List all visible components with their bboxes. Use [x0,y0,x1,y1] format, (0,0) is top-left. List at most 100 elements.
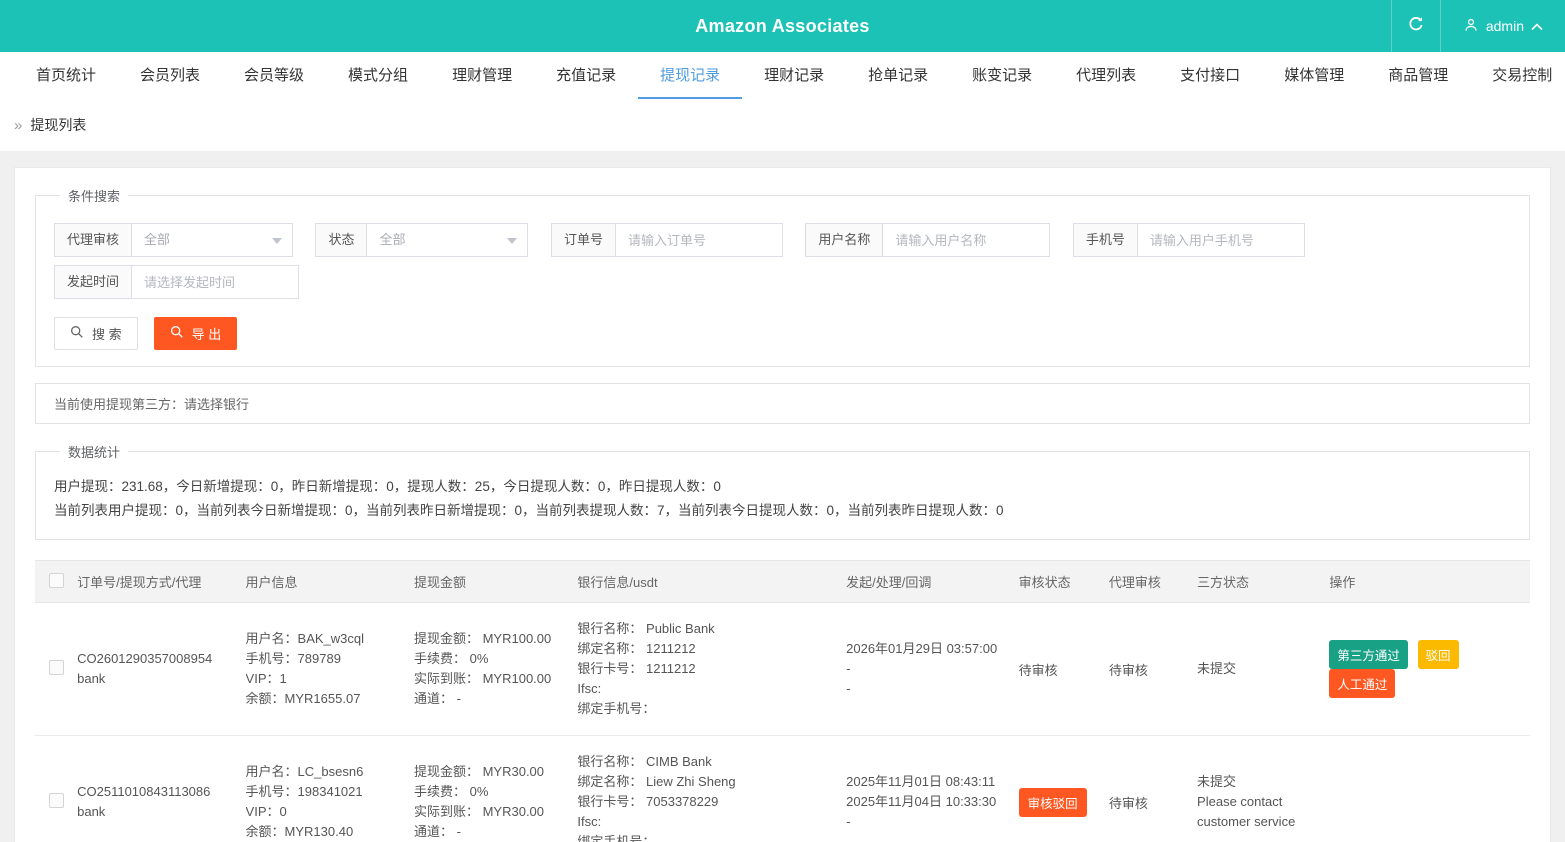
agent-audit-label: 代理审核 [54,223,132,257]
col-audit-status: 审核状态 [1019,561,1109,603]
tab-mode-group[interactable]: 模式分组 [326,52,430,99]
cell-order: CO2601290357008954 bank [77,603,245,736]
cell-actions [1329,736,1530,842]
page-title: 提现列表 [30,115,86,135]
username-label: 用户名称 [805,223,883,257]
status-label: 状态 [315,223,367,257]
stats-line-global: 用户提现：231.68，今日新增提现：0，昨日新增提现：0，提现人数：25，今日… [54,475,1511,499]
chevron-down-icon [507,238,517,244]
tab-recharge-records[interactable]: 充值记录 [534,52,638,99]
app-title: Amazon Associates [0,16,1565,37]
cell-third-status: 未提交 Please contact customer service [1197,736,1329,842]
cell-third-status: 未提交 [1197,603,1329,736]
cell-audit-status: 待审核 [1019,603,1109,736]
cell-audit-status: 审核驳回 [1019,736,1109,842]
stats-panel: 数据统计 用户提现：231.68，今日新增提现：0，昨日新增提现：0，提现人数：… [35,442,1530,540]
order-no-label: 订单号 [551,223,616,257]
search-button-row: 搜 索 导 出 [54,317,1511,350]
search-icon [70,325,84,342]
third-party-notice: 当前使用提现第三方：请选择银行 [35,383,1530,424]
tab-finance-records[interactable]: 理财记录 [742,52,846,99]
third-party-pass-button[interactable]: 第三方通过 [1329,640,1408,669]
agent-audit-text: 待审核 [1109,663,1148,678]
tab-member-list[interactable]: 会员列表 [118,52,222,99]
phone-input[interactable] [1137,223,1305,257]
agent-audit-text: 待审核 [1109,796,1148,811]
search-button[interactable]: 搜 索 [54,317,138,350]
export-button-label: 导 出 [192,324,222,343]
username-label: admin [1486,18,1524,34]
cell-order: CO2511010843113086 bank [77,736,245,842]
status-select[interactable]: 全部 [366,223,528,257]
cell-times: 2025年11月01日 08:43:11 2025年11月04日 10:33:3… [846,736,1018,842]
search-panel-legend: 条件搜索 [60,186,128,205]
col-order: 订单号/提现方式/代理 [77,561,245,603]
main-area: 条件搜索 代理审核 全部 状态 全部 订单号 用户名称 [0,151,1565,842]
username-input[interactable] [882,223,1050,257]
cell-amount: 提现金额： MYR30.00 手续费： 0% 实际到账： MYR30.00 通道… [414,736,577,842]
content-card: 条件搜索 代理审核 全部 状态 全部 订单号 用户名称 [14,167,1551,842]
tab-product-manage[interactable]: 商品管理 [1366,52,1470,99]
chevron-up-icon [1531,18,1543,34]
chevron-down-icon [272,238,282,244]
main-nav: 首页统计 会员列表 会员等级 模式分组 理财管理 充值记录 提现记录 理财记录 … [0,52,1565,99]
tab-finance-manage[interactable]: 理财管理 [430,52,534,99]
cell-user-info: 用户名：BAK_w3cql 手机号：789789 VIP：1 余额：MYR165… [246,603,414,736]
agent-audit-filter: 代理审核 全部 [54,223,293,257]
breadcrumb: » 提现列表 [0,99,1565,151]
export-search-icon [170,325,184,342]
cell-user-info: 用户名：LC_bsesn6 手机号：198341021 VIP：0 余额：MYR… [246,736,414,842]
start-time-input[interactable] [131,265,299,299]
stats-panel-legend: 数据统计 [60,442,128,461]
cell-bank-info: 银行名称： CIMB Bank 绑定名称： Liew Zhi Sheng 银行卡… [577,736,846,842]
header-actions: admin [1391,0,1565,52]
search-button-label: 搜 索 [92,324,122,343]
audit-rejected-badge: 审核驳回 [1019,788,1087,817]
tab-account-change-records[interactable]: 账变记录 [950,52,1054,99]
refresh-icon [1407,15,1425,38]
export-button[interactable]: 导 出 [154,317,238,350]
cell-bank-info: 银行名称： Public Bank 绑定名称： 1211212 银行卡号： 12… [577,603,846,736]
agent-audit-value: 全部 [144,232,170,247]
reject-button[interactable]: 驳回 [1418,640,1459,669]
breadcrumb-icon: » [14,117,22,134]
row-checkbox[interactable] [49,660,64,675]
select-all-checkbox[interactable] [49,573,64,588]
order-no-input[interactable] [615,223,783,257]
order-no-filter: 订单号 [551,223,783,257]
tab-payment-api[interactable]: 支付接口 [1158,52,1262,99]
audit-status-text: 待审核 [1019,663,1058,678]
tab-trade-control[interactable]: 交易控制 [1470,52,1565,99]
refresh-button[interactable] [1391,0,1441,52]
status-filter: 状态 全部 [315,223,528,257]
tab-withdraw-records[interactable]: 提现记录 [638,52,742,99]
app-header: Amazon Associates admin [0,0,1565,52]
col-user-info: 用户信息 [246,561,414,603]
start-time-filter: 发起时间 [54,265,299,299]
user-icon [1463,17,1479,36]
tab-member-level[interactable]: 会员等级 [222,52,326,99]
cell-amount: 提现金额： MYR100.00 手续费： 0% 实际到账： MYR100.00 … [414,603,577,736]
search-panel: 条件搜索 代理审核 全部 状态 全部 订单号 用户名称 [35,186,1530,367]
col-times: 发起/处理/回调 [846,561,1018,603]
tab-media-manage[interactable]: 媒体管理 [1262,52,1366,99]
manual-pass-button[interactable]: 人工通过 [1329,669,1395,698]
table-row: CO2601290357008954 bank 用户名：BAK_w3cql 手机… [35,603,1530,736]
agent-audit-select[interactable]: 全部 [131,223,293,257]
table-header-row: 订单号/提现方式/代理 用户信息 提现金额 银行信息/usdt 发起/处理/回调… [35,561,1530,603]
user-menu[interactable]: admin [1441,0,1565,52]
tab-agent-list[interactable]: 代理列表 [1054,52,1158,99]
col-third-status: 三方状态 [1197,561,1329,603]
status-value: 全部 [379,232,405,247]
cell-agent-audit: 待审核 [1109,736,1197,842]
col-amount: 提现金额 [414,561,577,603]
tab-home-stats[interactable]: 首页统计 [14,52,118,99]
start-time-label: 发起时间 [54,265,132,299]
row-checkbox[interactable] [49,793,64,808]
cell-agent-audit: 待审核 [1109,603,1197,736]
col-bank-info: 银行信息/usdt [577,561,846,603]
cell-actions: 第三方通过 驳回 人工通过 [1329,603,1530,736]
tab-grab-order-records[interactable]: 抢单记录 [846,52,950,99]
cell-times: 2026年01月29日 03:57:00 - - [846,603,1018,736]
stats-line-current-list: 当前列表用户提现：0，当前列表今日新增提现：0，当前列表昨日新增提现：0，当前列… [54,499,1511,523]
